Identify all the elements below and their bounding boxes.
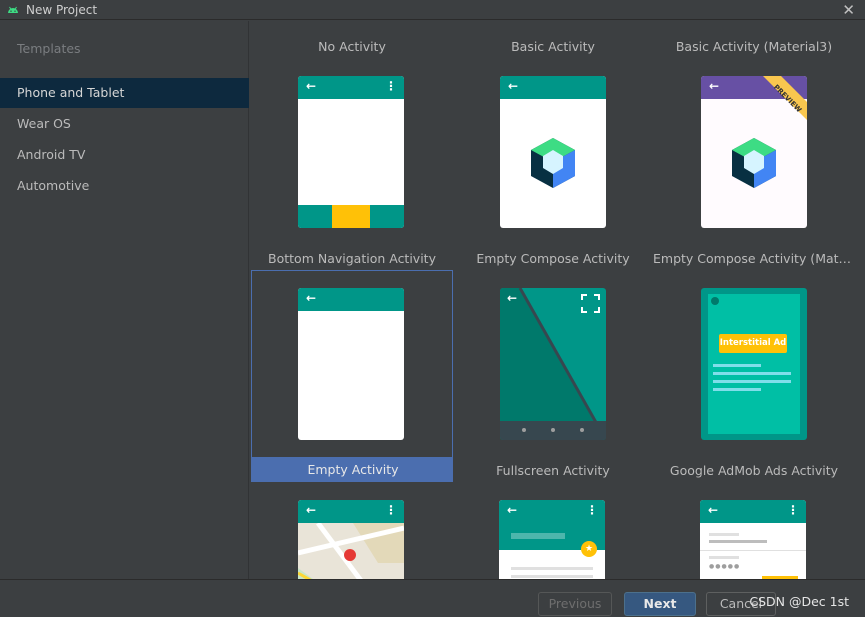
- template-basic-activity[interactable]: Basic Activity ←: [452, 35, 654, 247]
- sidebar-item-wear-os[interactable]: Wear OS: [0, 109, 249, 139]
- template-empty-activity[interactable]: ← Empty Activity: [251, 270, 453, 482]
- dot-icon: [711, 297, 719, 305]
- password-dots: ●●●●●: [709, 563, 741, 570]
- preview-ribbon: PREVIEW: [763, 76, 807, 120]
- app-bar: ←: [500, 76, 606, 99]
- sidebar-item-automotive[interactable]: Automotive: [0, 171, 249, 201]
- back-arrow-icon: ←: [508, 79, 519, 93]
- back-arrow-icon: ←: [507, 291, 518, 305]
- watermark: CSDN @Dec 1st: [749, 594, 849, 609]
- overflow-menu-icon: ⋮: [787, 503, 799, 517]
- bottom-navigation-selected-item: [332, 205, 370, 228]
- template-label: Empty Activity: [307, 462, 399, 477]
- map-illustration: [298, 521, 404, 579]
- text-line: [709, 533, 739, 536]
- overflow-menu-icon: ⋮: [586, 503, 598, 517]
- previous-button[interactable]: Previous: [538, 592, 612, 616]
- title-bar: New Project ✕: [0, 0, 865, 20]
- template-grid: No Activity Basic Activity ← Basic Activ…: [250, 21, 865, 579]
- template-basic-activity-material3[interactable]: Basic Activity (Material3) ← PREVIEW: [653, 35, 855, 247]
- sidebar: Templates Phone and Tablet Wear OS Andro…: [0, 21, 249, 579]
- template-label: Basic Activity: [511, 39, 595, 54]
- template-login-activity[interactable]: ← ⋮ ★: [499, 500, 605, 579]
- window-title: New Project: [26, 2, 98, 17]
- divider: [700, 550, 806, 551]
- text-line: [713, 364, 761, 367]
- sidebar-header: Templates: [17, 41, 81, 56]
- title-line: [511, 533, 565, 539]
- text-line: [713, 380, 791, 383]
- template-settings-activity[interactable]: ← ⋮ ●●●●●: [700, 500, 806, 579]
- jetpack-compose-icon: [531, 138, 575, 188]
- text-line: [511, 567, 593, 570]
- template-preview: ← PREVIEW: [701, 76, 807, 228]
- app-bar: ← ⋮: [700, 500, 806, 523]
- map-preview: [298, 521, 404, 579]
- next-button[interactable]: Next: [624, 592, 696, 616]
- template-label: Basic Activity (Material3): [675, 39, 833, 54]
- template-preview: ←: [500, 288, 606, 440]
- close-icon[interactable]: ✕: [842, 1, 855, 19]
- overflow-menu-icon: ⋮: [385, 79, 397, 93]
- template-google-maps-activity[interactable]: ← ⋮: [298, 500, 404, 579]
- template-label: Empty Compose Activity: [476, 251, 630, 266]
- app-bar: ←: [298, 288, 404, 311]
- text-line: [713, 372, 791, 375]
- dialog-footer: Previous Next Cancel CSDN @Dec 1st: [0, 579, 865, 617]
- app-bar: ← ⋮: [298, 500, 404, 523]
- template-label: Empty Compose Activity (Material3): [653, 251, 855, 266]
- fullscreen-illustration: [500, 288, 606, 440]
- interstitial-ad-badge: Interstitial Ad: [719, 334, 787, 353]
- text-line: [713, 388, 761, 391]
- template-google-admob-ads-activity[interactable]: Interstitial Ad Google AdMob Ads Activit…: [653, 270, 855, 482]
- sidebar-item-android-tv[interactable]: Android TV: [0, 140, 249, 170]
- template-label: No Activity: [318, 39, 386, 54]
- text-line: [709, 556, 739, 559]
- template-preview-bottom-navigation[interactable]: ← ⋮: [298, 76, 404, 228]
- text-line: [511, 575, 593, 578]
- android-icon: [8, 6, 18, 13]
- app-bar: ← ⋮: [298, 76, 404, 99]
- text-line: [709, 540, 767, 543]
- template-label: Bottom Navigation Activity: [268, 251, 436, 266]
- back-arrow-icon: ←: [708, 503, 719, 517]
- overflow-menu-icon: ⋮: [385, 503, 397, 517]
- back-arrow-icon: ←: [306, 291, 317, 305]
- template-label: Google AdMob Ads Activity: [669, 463, 839, 478]
- template-preview: ←: [500, 76, 606, 228]
- star-icon: ★: [581, 541, 597, 557]
- back-arrow-icon: ←: [306, 79, 317, 93]
- back-arrow-icon: ←: [306, 503, 317, 517]
- template-fullscreen-activity[interactable]: ← Fullscreen Activity: [452, 270, 654, 482]
- template-preview: Interstitial Ad: [701, 288, 807, 440]
- sidebar-item-phone-and-tablet[interactable]: Phone and Tablet: [0, 78, 249, 108]
- template-label: Fullscreen Activity: [496, 463, 610, 478]
- back-arrow-icon: ←: [507, 503, 518, 517]
- jetpack-compose-icon: [732, 138, 776, 188]
- template-preview: ←: [298, 288, 404, 440]
